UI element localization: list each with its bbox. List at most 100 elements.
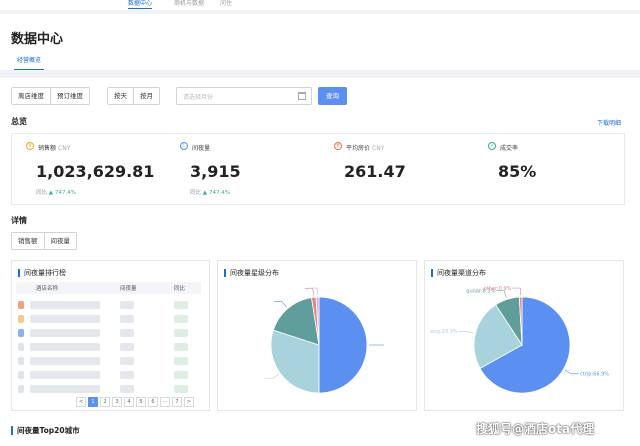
page-button[interactable]: 4 [124, 397, 134, 407]
next-page-button[interactable]: > [184, 397, 194, 407]
avg-price-icon: ¥ [334, 142, 342, 150]
kpi-label: 平均房价 CNY [346, 145, 385, 152]
label-leader-line [273, 301, 287, 308]
hotel-name-blurred [30, 301, 100, 309]
label-leader-line [264, 374, 279, 379]
up-arrow-icon: ▲ [48, 190, 53, 196]
kpi-room-nights: ☾ 间夜量 3,915 同比 ▲ 747.4% [166, 134, 320, 206]
kpi-value: 85% [498, 162, 537, 181]
prev-page-button[interactable]: < [76, 397, 86, 407]
rank-badge [18, 357, 24, 365]
kpi-compare: 同比 ▲ 747.4% [36, 190, 76, 196]
top-nav: 数据中心 商机与数据 问住 [0, 0, 640, 10]
hotel-name-blurred [30, 329, 100, 337]
yoy-blurred [174, 371, 188, 379]
rank-badge [18, 315, 24, 323]
kpi-avg-price: ¥ 平均房价 CNY 261.47 [320, 134, 474, 206]
table-row[interactable] [16, 298, 201, 312]
column-hotel-name: 酒店名称 [36, 286, 59, 292]
top-nav-business[interactable]: 商机与数据 [174, 0, 204, 8]
by-month-button[interactable]: 按月 [134, 88, 159, 104]
kpi-value: 3,915 [190, 162, 241, 181]
kpi-label: 成交率 [500, 145, 519, 152]
table-row[interactable] [16, 326, 201, 340]
hotel-name-blurred [30, 371, 100, 379]
yoy-blurred [174, 343, 188, 351]
table-row[interactable] [16, 382, 201, 396]
download-detail-link[interactable]: 下载明细 [597, 118, 621, 127]
rank-badge [18, 329, 24, 337]
kpi-value: 261.47 [344, 162, 406, 181]
page-button[interactable]: ··· [160, 397, 170, 407]
up-arrow-icon: ▲ [202, 190, 207, 196]
channel-distribution-pie: ctrip:66.9%wxg:23.9%qunar:8.3%other:0.9% [430, 286, 609, 394]
hotel-name-blurred [30, 385, 100, 393]
granularity-toggle: 按天 按月 [107, 87, 160, 105]
rank-badge [18, 343, 24, 351]
pagination: <1 2 3 4 5 6 ··· 7 > [76, 397, 194, 407]
yoy-blurred [174, 329, 188, 337]
yoy-blurred [174, 357, 188, 365]
detail-title: 详情 [11, 216, 27, 225]
room-nights-blurred [120, 371, 134, 379]
by-day-button[interactable]: 按天 [108, 88, 134, 104]
label-leader-line [564, 370, 580, 375]
ranking-table-header: 酒店名称 间夜量 同比 [16, 282, 201, 294]
kpi-sales: ¥ 销售额 CNY 1,023,629.81 同比 ▲ 747.4% [12, 134, 166, 206]
table-row[interactable] [16, 354, 201, 368]
conversion-icon: ✓ [488, 142, 496, 150]
overview-title: 总览 [11, 117, 27, 126]
room-nights-blurred [120, 385, 134, 393]
rank-badge [18, 301, 24, 309]
page-button[interactable]: 2 [100, 397, 110, 407]
page-button[interactable]: 6 [148, 397, 158, 407]
label-leader-line [512, 287, 521, 296]
room-nights-blurred [120, 301, 134, 309]
checkout-dimension-button[interactable]: 离店维度 [12, 88, 51, 104]
kpi-row: ¥ 销售额 CNY 1,023,629.81 同比 ▲ 747.4% ☾ 间夜量 3… [11, 133, 625, 205]
page-button[interactable]: 7 [172, 397, 182, 407]
room-nights-blurred [120, 329, 134, 337]
ranking-panel-title: 间夜量排行榜 [18, 269, 66, 277]
star-distribution-pie [264, 287, 384, 394]
query-button[interactable]: 查询 [318, 87, 347, 105]
page-title: 数据中心 [11, 32, 64, 47]
top-nav-data-center[interactable]: 数据中心 [128, 0, 153, 9]
kpi-label: 销售额 CNY [38, 145, 71, 152]
tab-business-overview[interactable]: 经营概览 [14, 55, 44, 70]
dimension-toggle: 离店维度 预订维度 [11, 87, 90, 105]
rank-badge [18, 385, 24, 393]
hotel-name-blurred [30, 343, 100, 351]
room-nights-blurred [120, 357, 134, 365]
top20-cities-title: 间夜量Top20城市 [11, 426, 80, 435]
hotel-name-blurred [30, 357, 100, 365]
label-leader-line [304, 288, 314, 296]
column-room-nights: 间夜量 [120, 286, 137, 292]
page-header: 数据中心 经营概览 [0, 14, 640, 70]
kpi-label: 间夜量 [192, 145, 211, 152]
month-picker-input[interactable]: 请选择月份 [176, 87, 312, 105]
table-row[interactable] [16, 312, 201, 326]
pie-slice-0[interactable] [318, 296, 368, 394]
detail-metric-toggle: 销售额 间夜量 [11, 232, 77, 250]
kpi-conversion: ✓ 成交率 85% [474, 134, 626, 206]
pie-label: other:0.9% [484, 286, 512, 292]
label-leader-line [458, 331, 474, 334]
page-button[interactable]: 3 [112, 397, 122, 407]
calendar-icon[interactable] [298, 92, 306, 100]
tab-room-nights[interactable]: 间夜量 [45, 233, 77, 249]
table-row[interactable] [16, 368, 201, 382]
yoy-blurred [174, 385, 188, 393]
table-row[interactable] [16, 340, 201, 354]
sales-icon: ¥ [26, 142, 34, 150]
pie-label: ctrip:66.9% [580, 372, 609, 378]
page-button[interactable]: 1 [88, 397, 98, 407]
room-nights-blurred [120, 343, 134, 351]
top-nav-ask[interactable]: 问住 [220, 0, 232, 8]
tab-sales[interactable]: 销售额 [12, 233, 45, 249]
kpi-value: 1,023,629.81 [36, 162, 155, 181]
booking-dimension-button[interactable]: 预订维度 [51, 88, 89, 104]
kpi-compare: 同比 ▲ 747.4% [190, 190, 230, 196]
page-button[interactable]: 5 [136, 397, 146, 407]
room-night-icon: ☾ [180, 142, 188, 150]
